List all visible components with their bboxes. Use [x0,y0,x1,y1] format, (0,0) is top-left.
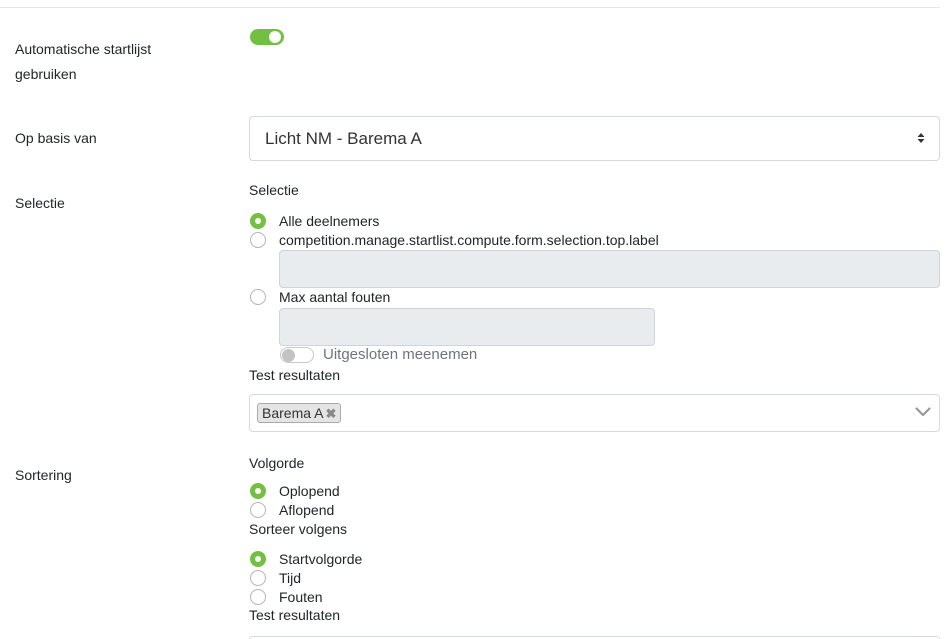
radio-faults-label: Fouten [279,589,323,605]
radio-ascending-label: Oplopend [279,483,340,499]
sort-by-heading: Sorteer volgens [249,521,348,537]
include-excluded-toggle[interactable] [280,347,314,363]
top-divider [0,7,940,8]
sort-test-results-label: Test resultaten [249,607,341,623]
basis-select[interactable]: Licht NM - Barema A [249,116,940,161]
toggle-knob [269,31,281,43]
basis-label: Op basis van [15,130,97,146]
top-input[interactable] [279,250,940,288]
remove-tag-icon[interactable]: ✖ [325,405,336,423]
selectie-label: Selectie [15,195,65,211]
radio-top-label: competition.manage.startlist.compute.for… [279,232,659,248]
radio-max-faults-circle[interactable] [250,289,266,305]
radio-time-label: Tijd [279,570,302,586]
max-faults-input[interactable] [279,308,655,346]
test-results-select[interactable]: Barema A ✖ [249,394,940,432]
order-heading: Volgorde [249,455,305,471]
sort-caret-icon [917,133,925,143]
radio-start-order-label: Startvolgorde [279,551,363,567]
toggle-knob [282,349,295,362]
radio-time-circle[interactable] [250,570,266,586]
test-results-label: Test resultaten [249,367,341,383]
radio-ascending-circle[interactable] [250,483,266,499]
radio-descending-label: Aflopend [279,502,335,518]
basis-select-value: Licht NM - Barema A [265,129,422,148]
radio-top-circle[interactable] [250,232,266,248]
auto-startlist-label-line2: gebruiken [15,66,77,82]
radio-descending-circle[interactable] [250,502,266,518]
radio-all-participants-label: Alle deelnemers [279,213,380,229]
selection-heading: Selectie [249,182,299,198]
test-result-tag: Barema A ✖ [257,403,342,423]
include-excluded-label: Uitgesloten meenemen [323,346,478,363]
auto-startlist-label: Automatische startlijst gebruiken [15,38,151,85]
sortering-label: Sortering [15,467,72,483]
auto-startlist-label-line1: Automatische startlijst [15,41,152,57]
radio-faults-circle[interactable] [250,589,266,605]
chevron-down-icon[interactable] [915,407,931,417]
radio-all-participants-circle[interactable] [250,213,266,229]
test-result-tag-label: Barema A [262,405,324,421]
radio-start-order-circle[interactable] [250,551,266,567]
auto-startlist-toggle[interactable] [250,29,284,45]
radio-max-faults-label: Max aantal fouten [279,289,391,305]
